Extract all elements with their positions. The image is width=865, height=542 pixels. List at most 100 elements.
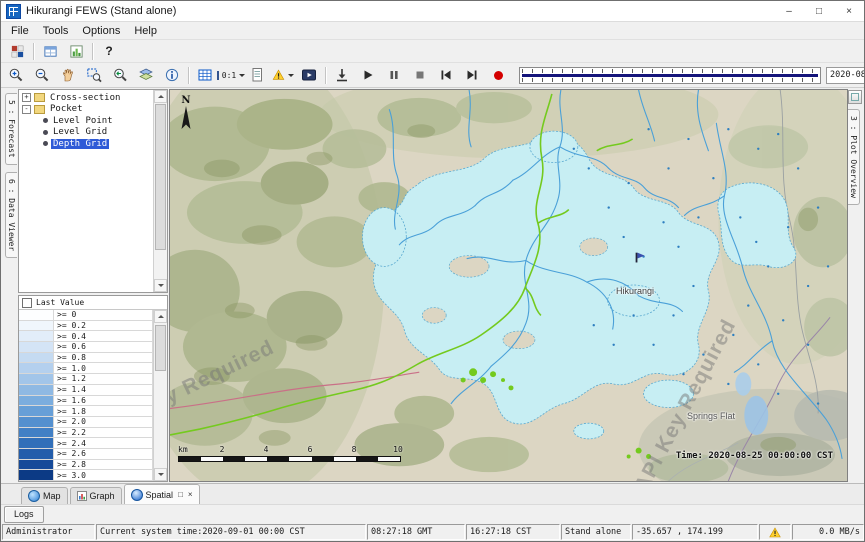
tree-item-label: Level Point bbox=[51, 116, 115, 126]
export-icon[interactable] bbox=[329, 64, 355, 86]
folder-icon bbox=[34, 105, 45, 114]
timeseries-icon[interactable] bbox=[244, 64, 270, 86]
scroll-up-icon[interactable] bbox=[154, 90, 167, 103]
menu-file[interactable]: File bbox=[4, 24, 36, 38]
pan-icon[interactable] bbox=[55, 64, 81, 86]
legend-swatch bbox=[19, 342, 54, 352]
fews-explorer-icon[interactable] bbox=[4, 40, 30, 62]
legend-entry: >= 1.8 bbox=[19, 406, 153, 417]
minimize-button[interactable]: – bbox=[774, 1, 804, 21]
window-controls: – □ × bbox=[774, 1, 864, 21]
animation-icon[interactable] bbox=[296, 64, 322, 86]
legend-swatch bbox=[19, 428, 54, 438]
tree-item[interactable]: - Pocket bbox=[19, 104, 153, 116]
north-arrow: N bbox=[180, 95, 192, 137]
zoom-extent-icon[interactable] bbox=[81, 64, 107, 86]
pause-icon[interactable] bbox=[381, 64, 407, 86]
legend-swatch bbox=[19, 460, 54, 470]
zoom-in-icon[interactable] bbox=[3, 64, 29, 86]
menu-options[interactable]: Options bbox=[75, 24, 127, 38]
separator bbox=[325, 67, 326, 84]
layers-icon[interactable] bbox=[133, 64, 159, 86]
logs-button[interactable]: Logs bbox=[4, 506, 44, 523]
app-window: Hikurangi FEWS (Stand alone) – □ × File … bbox=[0, 0, 865, 542]
place-label-springs-flat: Springs Flat bbox=[687, 411, 735, 421]
legend-panel: Last Value >= 0 >= 0.2 >= 0.4 >= 0.6 >= … bbox=[18, 295, 168, 482]
spatial-tab-maximize-icon[interactable]: □ bbox=[178, 490, 183, 499]
tab-plot-overview[interactable]: 3 : Plot Overview bbox=[848, 109, 860, 205]
scroll-thumb[interactable] bbox=[155, 325, 166, 371]
tree-expander-icon[interactable]: + bbox=[22, 93, 31, 102]
separator bbox=[188, 67, 189, 84]
tree-item[interactable]: + Cross-section bbox=[19, 92, 153, 104]
menu-help[interactable]: Help bbox=[127, 24, 164, 38]
scale-dropdown-icon[interactable]: 0:1 bbox=[218, 64, 244, 86]
legend-entry: >= 2.2 bbox=[19, 428, 153, 439]
tab-graph-label: Graph bbox=[90, 491, 115, 501]
legend-entry: >= 0.2 bbox=[19, 321, 153, 332]
tree-expander-icon[interactable]: - bbox=[22, 105, 31, 114]
legend-swatch bbox=[19, 406, 54, 416]
legend-entry: >= 1.4 bbox=[19, 385, 153, 396]
scroll-down-icon[interactable] bbox=[154, 279, 167, 292]
warning-dropdown-icon[interactable] bbox=[270, 64, 296, 86]
timeline-slider[interactable] bbox=[519, 67, 821, 84]
chart-display-icon[interactable] bbox=[63, 40, 89, 62]
tree-scrollbar[interactable] bbox=[153, 90, 167, 292]
globe-icon bbox=[28, 490, 40, 502]
legend-swatch bbox=[19, 363, 54, 373]
scale-label: 0:1 bbox=[222, 71, 236, 80]
help-icon[interactable]: ? bbox=[96, 40, 122, 62]
scale-swatch-icon bbox=[217, 71, 219, 80]
legend-entry: >= 1.0 bbox=[19, 363, 153, 374]
place-label-hikurangi: Hikurangi bbox=[616, 286, 654, 296]
legend-swatch bbox=[19, 353, 54, 363]
app-icon bbox=[6, 4, 21, 19]
tree-item[interactable]: Level Grid bbox=[19, 127, 153, 139]
menu-tools[interactable]: Tools bbox=[36, 24, 76, 38]
tree-item-selected[interactable]: Depth Grid bbox=[19, 138, 153, 150]
close-button[interactable]: × bbox=[834, 1, 864, 21]
map-viewport[interactable]: N API Key Required API Key Required Hiku… bbox=[169, 89, 848, 482]
step-forward-icon[interactable] bbox=[459, 64, 485, 86]
legend-header: Last Value bbox=[19, 296, 167, 309]
tree-item[interactable]: Level Point bbox=[19, 115, 153, 127]
map-time-label: Time: 2020-08-25 00:00:00 CST bbox=[676, 451, 833, 461]
statusbar: Administrator Current system time:2020-0… bbox=[1, 523, 864, 541]
scalebar-tick: 4 bbox=[264, 445, 269, 454]
tab-forecast[interactable]: 5 : Forecast bbox=[5, 93, 17, 165]
legend-entry: >= 0.6 bbox=[19, 342, 153, 353]
legend-scrollbar[interactable] bbox=[153, 310, 167, 481]
step-back-icon[interactable] bbox=[433, 64, 459, 86]
tab-spatial[interactable]: Spatial □ × bbox=[124, 484, 200, 504]
zoom-out-icon[interactable] bbox=[29, 64, 55, 86]
grid-icon[interactable] bbox=[192, 64, 218, 86]
legend-entry: >= 0 bbox=[19, 310, 153, 321]
maximize-button[interactable]: □ bbox=[804, 1, 834, 21]
window-title: Hikurangi FEWS (Stand alone) bbox=[26, 5, 176, 17]
tab-graph[interactable]: Graph bbox=[70, 487, 122, 504]
scroll-thumb[interactable] bbox=[155, 104, 166, 250]
plot-thumbnails-icon[interactable] bbox=[848, 90, 862, 104]
zoom-previous-icon[interactable] bbox=[107, 64, 133, 86]
scroll-down-icon[interactable] bbox=[154, 468, 167, 481]
legend-swatch bbox=[19, 385, 54, 395]
last-value-checkbox[interactable] bbox=[22, 298, 32, 308]
left-panel: + Cross-section - Pocket Level Point bbox=[17, 88, 169, 483]
scroll-up-icon[interactable] bbox=[154, 310, 167, 323]
play-icon[interactable] bbox=[355, 64, 381, 86]
tab-data-viewer[interactable]: 6 : Data Viewer bbox=[5, 172, 17, 258]
grid-display-icon[interactable] bbox=[37, 40, 63, 62]
stop-icon[interactable] bbox=[407, 64, 433, 86]
graph-icon bbox=[77, 491, 87, 501]
last-value-label: Last Value bbox=[36, 298, 84, 307]
tab-map[interactable]: Map bbox=[21, 487, 68, 504]
legend-entry: >= 2.8 bbox=[19, 460, 153, 471]
tree-item-label: Pocket bbox=[48, 104, 85, 114]
spatial-tab-close-icon[interactable]: × bbox=[188, 490, 193, 499]
north-arrow-icon bbox=[180, 106, 192, 132]
record-icon[interactable] bbox=[485, 64, 511, 86]
info-icon[interactable] bbox=[159, 64, 185, 86]
main-area: 5 : Forecast 6 : Data Viewer + Cross-sec… bbox=[1, 88, 864, 483]
status-warning-cell[interactable] bbox=[759, 524, 791, 540]
